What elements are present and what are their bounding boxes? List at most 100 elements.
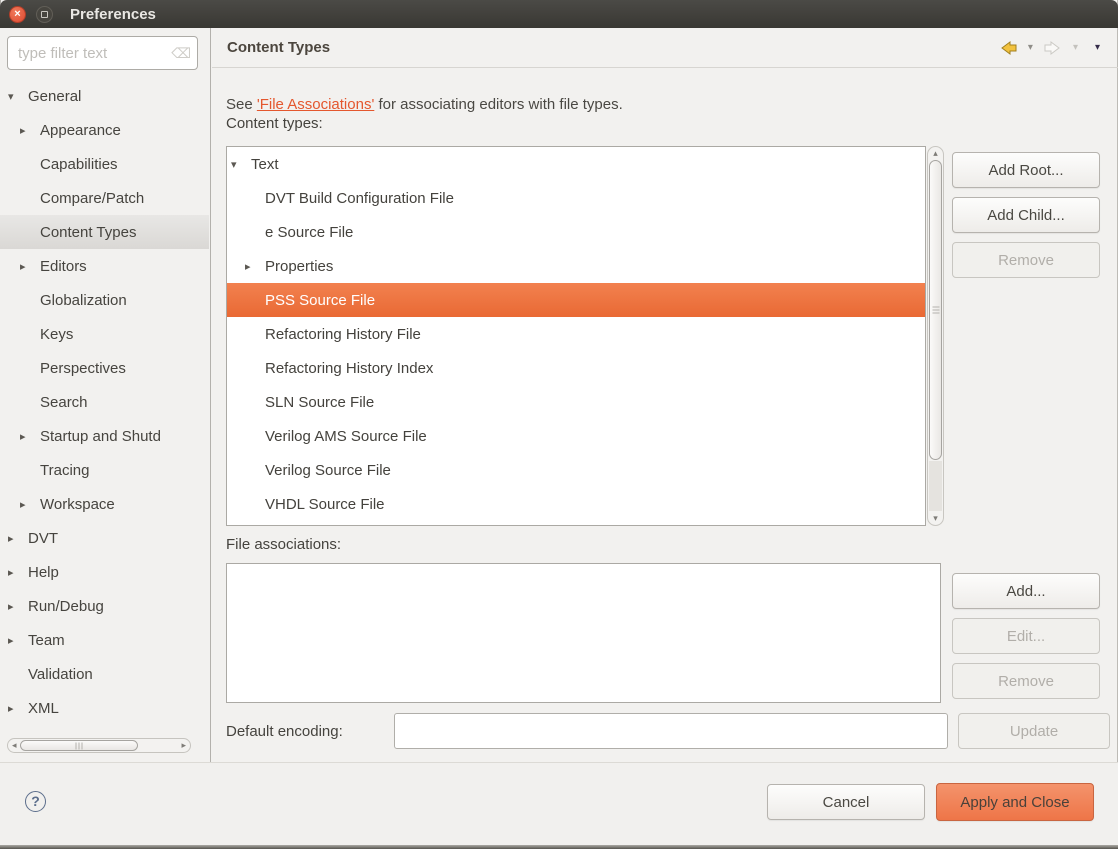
expand-arrow-icon[interactable]: ▸ xyxy=(20,260,40,273)
sidebar-item-keys[interactable]: Keys xyxy=(0,317,209,351)
content-type-item-properties[interactable]: ▸ Properties xyxy=(227,249,925,283)
sidebar-item-content-types[interactable]: Content Types xyxy=(0,215,209,249)
titlebar[interactable]: × Preferences xyxy=(0,0,1118,28)
scroll-left-icon[interactable]: ◂ xyxy=(12,739,17,752)
sidebar-item-help[interactable]: ▸ Help xyxy=(0,555,209,589)
sidebar-item-validation[interactable]: Validation xyxy=(0,657,209,691)
sidebar-item-startup-and-shutd[interactable]: ▸ Startup and Shutd xyxy=(0,419,209,453)
close-button[interactable]: × xyxy=(9,6,26,23)
history-nav: ▾ ▾ ▾ xyxy=(999,41,1100,55)
sidebar-item-dvt[interactable]: ▸ DVT xyxy=(0,521,209,555)
window-bottom-edge xyxy=(0,845,1118,849)
content-type-item-verilog-source-file[interactable]: Verilog Source File xyxy=(227,453,925,487)
tree-item-label: Validation xyxy=(28,666,93,683)
expand-arrow-icon[interactable]: ▸ xyxy=(8,600,28,613)
content-type-item-sln-source-file[interactable]: SLN Source File xyxy=(227,385,925,419)
sidebar-item-perspectives[interactable]: Perspectives xyxy=(0,351,209,385)
content-types-label: Content types: xyxy=(226,115,323,132)
update-encoding-button: Update xyxy=(958,713,1110,749)
sidebar-item-tracing[interactable]: Tracing xyxy=(0,453,209,487)
expand-arrow-icon[interactable]: ▸ xyxy=(8,702,28,715)
expand-arrow-icon[interactable]: ▸ xyxy=(20,430,40,443)
tree-item-label: Workspace xyxy=(40,496,115,513)
tree-item-label: Editors xyxy=(40,258,87,275)
sidebar-item-run-debug[interactable]: ▸ Run/Debug xyxy=(0,589,209,623)
scroll-right-icon[interactable]: ▸ xyxy=(181,739,186,752)
back-arrow-icon[interactable] xyxy=(999,41,1017,55)
sidebar-item-general[interactable]: ▾ General xyxy=(0,79,209,113)
collapse-arrow-icon[interactable]: ▾ xyxy=(8,90,28,103)
content-type-item-e-source-file[interactable]: e Source File xyxy=(227,215,925,249)
dialog-body: ⌫ ▾ General ▸ Appearance Capabilities Co… xyxy=(0,28,1118,762)
default-encoding-label: Default encoding: xyxy=(226,713,343,749)
back-dropdown-icon[interactable]: ▾ xyxy=(1028,42,1033,53)
sidebar-item-search[interactable]: Search xyxy=(0,385,209,419)
tree-item-label: Globalization xyxy=(40,292,127,309)
forward-arrow-icon xyxy=(1044,41,1062,55)
tree-item-label: SLN Source File xyxy=(265,394,374,411)
sidebar-horizontal-scrollbar[interactable]: ◂ ▸ xyxy=(7,738,191,753)
scrollbar-thumb[interactable] xyxy=(929,160,942,460)
content-type-item-vhdl-source-file[interactable]: VHDL Source File xyxy=(227,487,925,521)
file-association-item[interactable] xyxy=(227,564,940,574)
scroll-up-icon[interactable]: ▴ xyxy=(928,148,943,159)
add-root-button[interactable]: Add Root... xyxy=(952,152,1100,188)
scroll-down-icon[interactable]: ▾ xyxy=(928,513,943,524)
sidebar-item-globalization[interactable]: Globalization xyxy=(0,283,209,317)
scrollbar-thumb[interactable] xyxy=(20,740,138,751)
scrollbar-grip xyxy=(932,310,939,311)
sidebar-item-editors[interactable]: ▸ Editors xyxy=(0,249,209,283)
default-encoding-input[interactable] xyxy=(394,713,948,749)
tree-item-label: General xyxy=(28,88,81,105)
tree-item-label: Refactoring History Index xyxy=(265,360,433,377)
collapse-arrow-icon[interactable]: ▾ xyxy=(231,158,251,171)
cancel-button[interactable]: Cancel xyxy=(767,784,925,820)
add-child-button[interactable]: Add Child... xyxy=(952,197,1100,233)
preferences-window: × Preferences ⌫ ▾ General ▸ Appearance C… xyxy=(0,0,1118,849)
clear-filter-icon[interactable]: ⌫ xyxy=(171,45,191,62)
tree-item-label: Properties xyxy=(265,258,333,275)
content-type-item-verilog-ams-source-file[interactable]: Verilog AMS Source File xyxy=(227,419,925,453)
expand-arrow-icon[interactable]: ▸ xyxy=(8,566,28,579)
scrollbar-track-remainder xyxy=(929,461,942,511)
content-type-item-dvt-build-configuration-file[interactable]: DVT Build Configuration File xyxy=(227,181,925,215)
content-type-item-refactoring-history-file[interactable]: Refactoring History File xyxy=(227,317,925,351)
tree-item-label: Team xyxy=(28,632,65,649)
expand-arrow-icon[interactable]: ▸ xyxy=(20,124,40,137)
tree-item-label: Help xyxy=(28,564,59,581)
maximize-icon xyxy=(41,11,48,18)
sidebar-item-team[interactable]: ▸ Team xyxy=(0,623,209,657)
apply-and-close-button[interactable]: Apply and Close xyxy=(936,783,1094,821)
sidebar-item-compare-patch[interactable]: Compare/Patch xyxy=(0,181,209,215)
maximize-button[interactable] xyxy=(36,6,53,23)
content-type-item-pss-source-file[interactable]: PSS Source File xyxy=(227,283,925,317)
sidebar-item-workspace[interactable]: ▸ Workspace xyxy=(0,487,209,521)
sidebar-item-capabilities[interactable]: Capabilities xyxy=(0,147,209,181)
content-type-item-refactoring-history-index[interactable]: Refactoring History Index xyxy=(227,351,925,385)
preferences-tree: ▾ General ▸ Appearance Capabilities Comp… xyxy=(0,79,209,725)
content-type-item-text[interactable]: ▾ Text xyxy=(227,147,925,181)
filter-input[interactable] xyxy=(16,44,171,63)
preferences-sidebar: ⌫ ▾ General ▸ Appearance Capabilities Co… xyxy=(0,28,211,762)
content-types-scrollbar[interactable]: ▴ ▾ xyxy=(927,146,944,526)
sidebar-item-appearance[interactable]: ▸ Appearance xyxy=(0,113,209,147)
expand-arrow-icon[interactable]: ▸ xyxy=(8,532,28,545)
expand-arrow-icon[interactable]: ▸ xyxy=(8,634,28,647)
tree-item-label: e Source File xyxy=(265,224,353,241)
tree-item-label: Verilog AMS Source File xyxy=(265,428,427,445)
add-association-button[interactable]: Add... xyxy=(952,573,1100,609)
page-title: Content Types xyxy=(227,39,330,56)
tree-item-label: Perspectives xyxy=(40,360,126,377)
tree-item-label: Startup and Shutd xyxy=(40,428,161,445)
edit-association-button: Edit... xyxy=(952,618,1100,654)
view-menu-icon[interactable]: ▾ xyxy=(1095,42,1100,53)
forward-dropdown-icon: ▾ xyxy=(1073,42,1078,53)
content-pane: Content Types ▾ ▾ ▾ See 'File Associatio… xyxy=(212,28,1118,762)
tree-item-label: Text xyxy=(251,156,279,173)
tree-item-label: Tracing xyxy=(40,462,89,479)
expand-arrow-icon[interactable]: ▸ xyxy=(245,260,265,273)
file-associations-link[interactable]: 'File Associations' xyxy=(257,96,374,113)
help-button[interactable]: ? xyxy=(25,791,46,812)
expand-arrow-icon[interactable]: ▸ xyxy=(20,498,40,511)
sidebar-item-xml[interactable]: ▸ XML xyxy=(0,691,209,725)
